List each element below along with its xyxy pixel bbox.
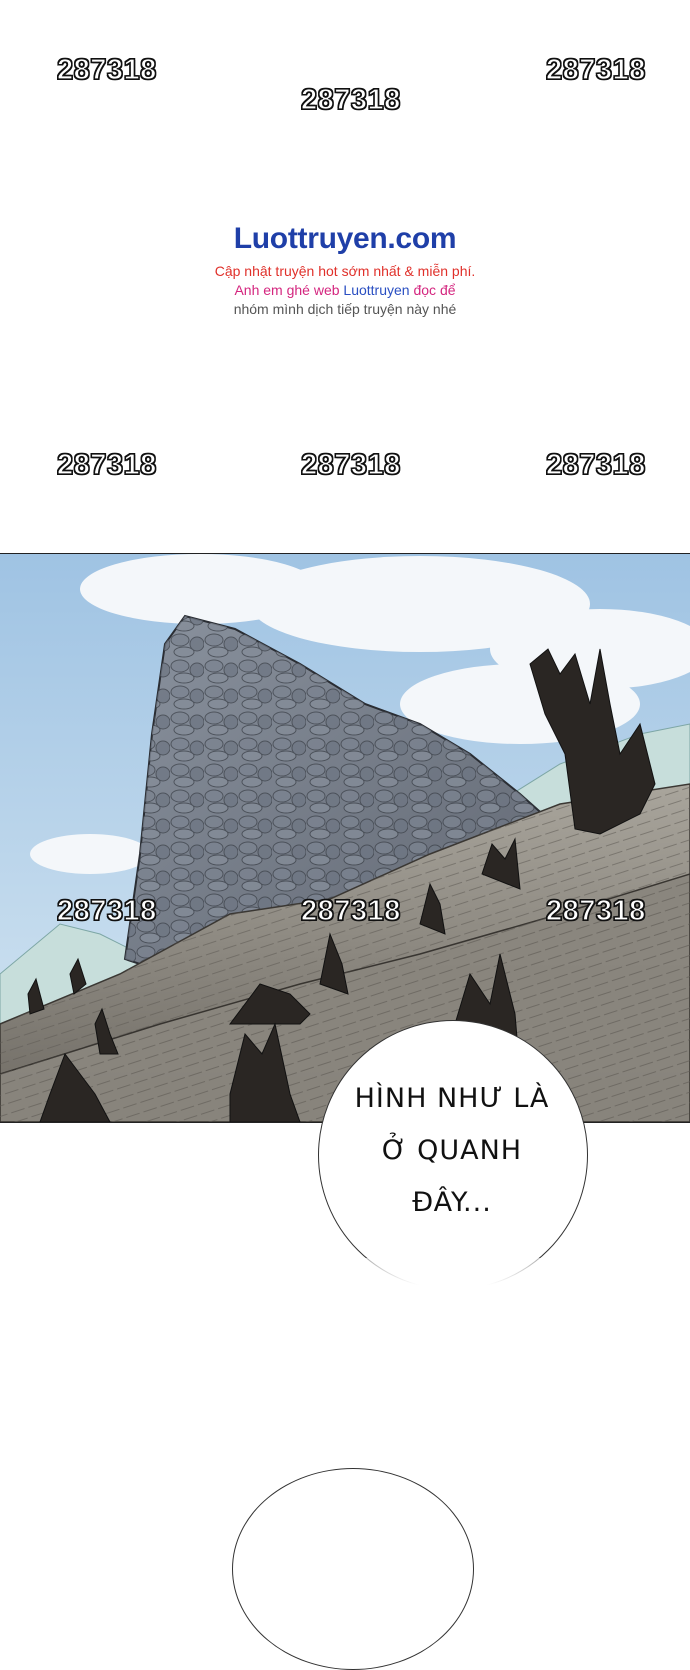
speech-line-1: HÌNH NHƯ LÀ	[354, 1083, 550, 1114]
banner-tagline: Cập nhật truyện hot sớm nhất & miễn phí.	[214, 263, 476, 279]
watermark-number: 287318	[56, 449, 157, 481]
bubble-fade	[300, 1258, 610, 1318]
banner-invite: Anh em ghé web Luottruyen đọc để	[0, 281, 690, 300]
watermark-number: 287318	[545, 895, 646, 927]
banner-invite-prefix: Anh em ghé web	[234, 282, 344, 298]
banner-invite-suffix: đọc để	[409, 282, 456, 298]
watermark-number: 287318	[300, 895, 401, 927]
banner-note: nhóm mình dịch tiếp truyện này nhé	[233, 301, 457, 317]
watermark-number: 287318	[545, 449, 646, 481]
banner-site-link[interactable]: Luottruyen	[343, 282, 409, 298]
comic-panel	[0, 553, 690, 1123]
watermark-number: 287318	[545, 54, 646, 86]
site-logo-text[interactable]: Luottruyen.com	[0, 222, 690, 256]
watermark-number: 287318	[56, 54, 157, 86]
speech-text: HÌNH NHƯ LÀ Ở QUANH ĐÂY...	[318, 1073, 586, 1229]
watermark-number: 287318	[300, 449, 401, 481]
speech-line-3: ĐÂY...	[412, 1187, 492, 1218]
watermark-number: 287318	[300, 84, 401, 116]
next-speech-bubble	[232, 1468, 474, 1670]
watermark-number: 287318	[56, 895, 157, 927]
speech-line-2: Ở QUANH	[381, 1135, 523, 1166]
site-banner: Luottruyen.com Cập nhật truyện hot sớm n…	[0, 222, 690, 319]
panel-illustration	[0, 554, 690, 1122]
